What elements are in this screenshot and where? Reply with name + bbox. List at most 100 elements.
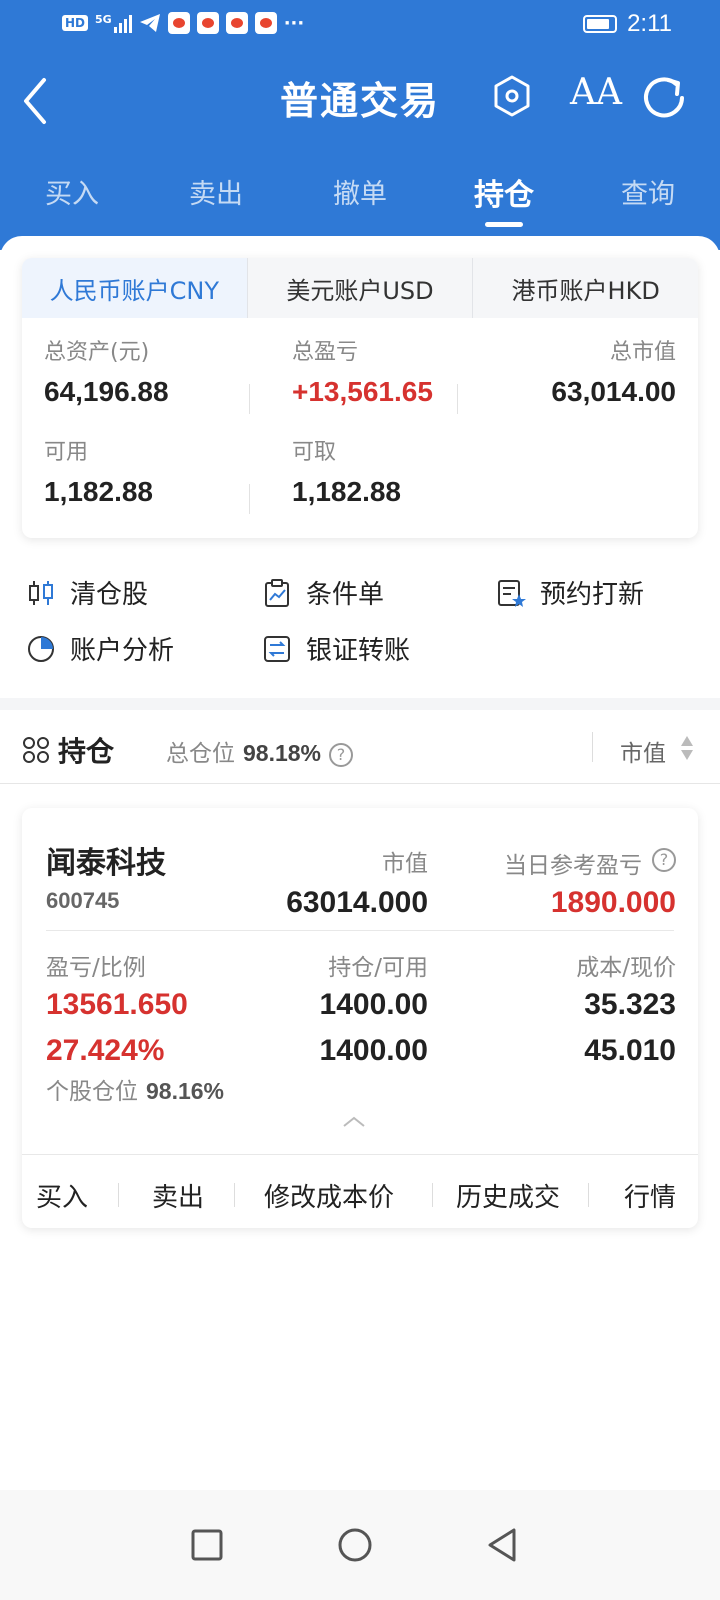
help-icon[interactable]: ?	[652, 848, 676, 872]
account-tab-cny[interactable]: 人民币账户CNY	[22, 258, 248, 318]
transfer-icon	[264, 635, 290, 662]
divider	[588, 1183, 589, 1207]
total-assets-label: 总资产(元)	[44, 340, 150, 365]
help-icon[interactable]: ?	[329, 742, 354, 767]
stock-actions: 买入 卖出 修改成本价 历史成交 行情	[22, 1154, 698, 1228]
app-header: HD 5G ··· 2:11 普通交易 AA 买入 卖出 撤单 持仓 查询	[0, 0, 720, 250]
stat-total-assets: 总资产(元) 64,196.88	[44, 334, 169, 408]
clipboard-chart-icon	[265, 578, 289, 607]
stat-available: 可用 1,182.88	[44, 434, 153, 508]
tab-holdings[interactable]: 持仓	[432, 160, 576, 227]
action-quote[interactable]: 行情	[624, 1177, 676, 1214]
pl-ratio-label: 盈亏/比例	[46, 955, 146, 981]
signal-icon: 5G	[95, 13, 132, 33]
action-buy[interactable]: 买入	[36, 1177, 88, 1214]
func-ipo-reservation[interactable]: 预约打新	[496, 574, 644, 611]
stock-position-value: 98.16%	[146, 1078, 225, 1104]
holdings-header: 持仓 总仓位 98.18%? 市值	[0, 712, 720, 784]
status-bar: HD 5G ··· 2:11	[0, 0, 720, 48]
refresh-icon[interactable]	[636, 70, 692, 126]
weibo-icon	[225, 12, 248, 34]
holding-value: 1400.00	[319, 988, 428, 1021]
total-position-value: 98.18%	[243, 740, 322, 766]
pie-chart-icon	[28, 635, 54, 662]
pl-value: 13561.650	[46, 988, 188, 1021]
status-right: 2:11	[583, 10, 672, 38]
divider	[249, 384, 250, 414]
stock-card[interactable]: 闻泰科技 600745 市值 63014.000 当日参考盈亏 ? 1890.0…	[22, 808, 698, 1228]
candlestick-icon	[29, 580, 53, 605]
section-divider	[0, 698, 720, 710]
stock-code: 600745	[46, 888, 120, 913]
more-notifications: ···	[283, 12, 305, 34]
stock-market-value: 63014.000	[286, 886, 428, 919]
home-button[interactable]	[330, 1520, 380, 1570]
stat-total-pl: 总盈亏 +13,561.65	[292, 334, 433, 408]
divider	[118, 1183, 119, 1207]
current-price-value: 45.010	[584, 1034, 676, 1067]
settings-hex-icon[interactable]	[492, 74, 532, 118]
market-value-label: 总市值	[609, 340, 676, 365]
account-tabs: 人民币账户CNY 美元账户USD 港币账户HKD	[22, 258, 698, 318]
pl-ratio-value: 27.424%	[46, 1034, 165, 1067]
func-account-analysis[interactable]: 账户分析	[26, 630, 174, 667]
func-label: 银证转账	[306, 636, 411, 666]
holding-label: 持仓/可用	[328, 955, 428, 981]
total-assets-value: 64,196.88	[44, 376, 169, 407]
telegram-icon	[139, 14, 160, 32]
account-card: 人民币账户CNY 美元账户USD 港币账户HKD 总资产(元) 64,196.8…	[22, 258, 698, 538]
back-nav-button[interactable]	[478, 1520, 528, 1570]
stock-name: 闻泰科技	[46, 846, 166, 881]
status-left: HD 5G ···	[62, 12, 304, 34]
weibo-icon	[196, 12, 219, 34]
func-clear-stocks[interactable]: 清仓股	[26, 574, 148, 611]
content-sheet: 人民币账户CNY 美元账户USD 港币账户HKD 总资产(元) 64,196.8…	[0, 236, 720, 1600]
divider	[234, 1183, 235, 1207]
total-position: 总仓位 98.18%?	[166, 734, 354, 768]
func-bank-transfer[interactable]: 银证转账	[262, 630, 410, 667]
battery-icon	[583, 15, 618, 33]
action-sell[interactable]: 卖出	[152, 1177, 204, 1214]
hd-badge: HD	[62, 15, 89, 31]
total-pl-value: +13,561.65	[292, 376, 433, 407]
sort-market-value[interactable]: 市值	[620, 734, 666, 768]
stat-market-value: 总市值 63,014.00	[551, 334, 676, 408]
title-bar: 普通交易 AA	[0, 60, 720, 140]
holdings-title: 持仓	[58, 735, 115, 768]
trade-tabs: 买入 卖出 撤单 持仓 查询	[0, 160, 720, 227]
stock-position: 个股仓位 98.16%	[46, 1072, 224, 1106]
daily-pl-value: 1890.000	[550, 886, 676, 919]
market-value-label: 市值	[382, 851, 428, 877]
account-tab-hkd[interactable]: 港币账户HKD	[473, 258, 698, 318]
withdrawable-label: 可取	[292, 440, 337, 465]
func-conditional-order[interactable]: 条件单	[262, 574, 384, 611]
func-label: 预约打新	[540, 580, 645, 610]
action-edit-cost[interactable]: 修改成本价	[264, 1177, 394, 1214]
stock-position-label: 个股仓位	[46, 1079, 138, 1105]
cost-price-label: 成本/现价	[576, 955, 676, 981]
available-shares-value: 1400.00	[319, 1034, 428, 1067]
recents-button[interactable]	[182, 1520, 232, 1570]
action-trade-history[interactable]: 历史成交	[456, 1177, 560, 1214]
account-tab-usd[interactable]: 美元账户USD	[248, 258, 474, 318]
available-label: 可用	[44, 440, 89, 465]
func-label: 清仓股	[70, 580, 149, 610]
tab-sell[interactable]: 卖出	[144, 160, 288, 220]
available-value: 1,182.88	[44, 476, 153, 507]
market-value-value: 63,014.00	[551, 376, 676, 407]
status-time: 2:11	[627, 10, 672, 37]
chevron-up-icon[interactable]	[340, 1114, 368, 1130]
weibo-icon	[254, 12, 277, 34]
withdrawable-value: 1,182.88	[292, 476, 401, 507]
grid-icon	[23, 737, 49, 763]
cost-value: 35.323	[584, 988, 676, 1021]
sort-icon[interactable]	[680, 734, 694, 762]
tab-buy[interactable]: 买入	[0, 160, 144, 220]
tab-query[interactable]: 查询	[576, 160, 720, 220]
divider	[457, 384, 458, 414]
stat-withdrawable: 可取 1,182.88	[292, 434, 401, 508]
function-grid: 清仓股 条件单 预约打新 账户分析 银证转账	[22, 566, 698, 706]
font-size-icon[interactable]: AA	[570, 72, 622, 118]
tab-cancel[interactable]: 撤单	[288, 160, 432, 220]
list-star-icon	[498, 579, 526, 607]
